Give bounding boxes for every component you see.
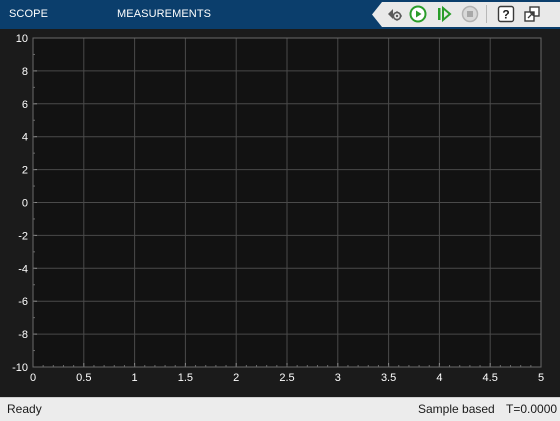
toolbar-separator xyxy=(486,5,487,23)
settings-gear-icon[interactable] xyxy=(384,4,404,24)
x-tick-label: 0 xyxy=(30,372,36,384)
scope-display: 0 0.5 1 1.5 2 2.5 3 3.5 4 4.5 5 10 8 6 4 2 0 -2 -4 -6 -8 -10 xyxy=(0,29,560,397)
x-tick-label: 1.5 xyxy=(178,372,193,384)
x-tick-label: 2.5 xyxy=(279,372,294,384)
status-sample-mode: Sample based xyxy=(418,402,495,416)
svg-text:?: ? xyxy=(502,8,509,22)
y-tick-label: 10 xyxy=(16,33,28,45)
help-icon[interactable]: ? xyxy=(496,4,516,24)
y-tick-label: -10 xyxy=(12,362,28,374)
y-tick-label: -2 xyxy=(18,230,28,242)
status-sim-time: T=0.0000 xyxy=(506,402,558,416)
x-tick-label: 3.5 xyxy=(381,372,396,384)
scope-plot: 0 0.5 1 1.5 2 2.5 3 3.5 4 4.5 5 10 8 6 4 2 0 -2 -4 -6 -8 -10 xyxy=(0,29,560,397)
toolstrip: SCOPE MEASUREMENTS ? xyxy=(0,0,560,29)
y-tick-label: -6 xyxy=(18,296,28,308)
x-tick-label: 0.5 xyxy=(76,372,91,384)
x-tick-label: 4.5 xyxy=(483,372,498,384)
stop-icon[interactable] xyxy=(460,4,480,24)
y-tick-label: -8 xyxy=(18,329,28,341)
undock-icon[interactable] xyxy=(522,4,542,24)
y-tick-label: 0 xyxy=(22,198,28,210)
run-icon[interactable] xyxy=(408,4,428,24)
y-tick-label: 6 xyxy=(22,99,28,111)
tab-scope[interactable]: SCOPE xyxy=(9,0,48,29)
y-tick-label: 4 xyxy=(22,132,28,144)
status-bar: Ready Sample based T=0.0000 xyxy=(0,397,560,421)
x-tick-label: 1 xyxy=(132,372,138,384)
x-tick-label: 2 xyxy=(233,372,239,384)
tab-measurements[interactable]: MEASUREMENTS xyxy=(117,0,211,29)
x-tick-label: 5 xyxy=(538,372,544,384)
y-tick-label: 8 xyxy=(22,66,28,78)
y-tick-label: 2 xyxy=(22,165,28,177)
x-tick-label: 3 xyxy=(335,372,341,384)
x-tick-label: 4 xyxy=(436,372,442,384)
status-state: Ready xyxy=(7,402,42,416)
step-forward-icon[interactable] xyxy=(434,4,454,24)
y-tick-label: -4 xyxy=(18,263,28,275)
